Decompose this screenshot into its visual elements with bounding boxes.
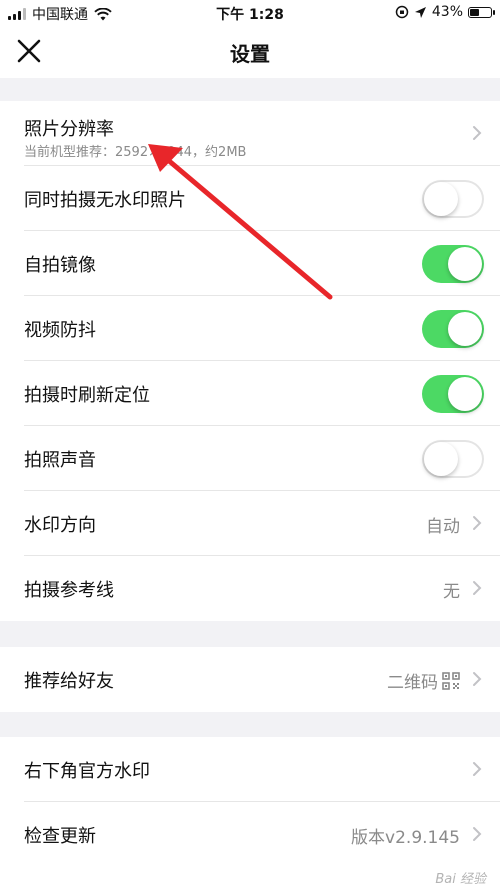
recommend-friends-value-text: 二维码 xyxy=(387,673,438,693)
recommend-friends-label: 推荐给好友 xyxy=(24,671,114,692)
camera-settings-group: 照片分辨率 当前机型推荐：2592×1944，约2MB 同时拍摄无水印照片 自拍… xyxy=(0,101,500,621)
setting-shutter-sound: 拍照声音 xyxy=(24,426,500,491)
baidu-jingyan-watermark: Bai 经验 xyxy=(435,872,486,887)
shutter-sound-toggle[interactable] xyxy=(422,440,484,478)
chevron-right-icon xyxy=(473,516,482,530)
guide-lines-label: 拍摄参考线 xyxy=(24,580,114,601)
battery-icon xyxy=(468,6,495,18)
page-title: 设置 xyxy=(230,42,270,66)
setting-recommend-friends[interactable]: 推荐给好友 二维码 xyxy=(24,647,500,712)
setting-selfie-mirror: 自拍镜像 xyxy=(24,231,500,296)
video-stabilization-label: 视频防抖 xyxy=(24,320,96,341)
qr-code-icon xyxy=(442,671,460,690)
chevron-right-icon xyxy=(473,581,482,595)
status-right: 43% xyxy=(395,4,495,20)
guide-lines-value: 无 xyxy=(443,582,460,602)
check-update-value: 版本v2.9.145 xyxy=(351,828,460,848)
setting-official-watermark[interactable]: 右下角官方水印 xyxy=(24,737,500,802)
photo-resolution-sub: 当前机型推荐：2592×1944，约2MB xyxy=(24,145,247,160)
chevron-right-icon xyxy=(473,672,482,686)
refresh-location-label: 拍摄时刷新定位 xyxy=(24,385,150,406)
chevron-right-icon xyxy=(473,827,482,841)
setting-no-watermark: 同时拍摄无水印照片 xyxy=(24,166,500,231)
shutter-sound-label: 拍照声音 xyxy=(24,450,96,471)
selfie-mirror-toggle[interactable] xyxy=(422,245,484,283)
lock-rotation-icon xyxy=(395,5,409,19)
chevron-right-icon xyxy=(473,762,482,776)
share-group: 推荐给好友 二维码 xyxy=(0,647,500,712)
recommend-friends-value: 二维码 xyxy=(387,668,460,693)
battery-percent: 43% xyxy=(431,4,463,20)
photo-resolution-label: 照片分辨率 xyxy=(24,119,114,140)
no-watermark-label: 同时拍摄无水印照片 xyxy=(24,190,186,211)
chevron-right-icon xyxy=(473,126,482,140)
setting-photo-resolution[interactable]: 照片分辨率 当前机型推荐：2592×1944，约2MB xyxy=(24,101,500,166)
setting-watermark-direction[interactable]: 水印方向 自动 xyxy=(24,491,500,556)
check-update-label: 检查更新 xyxy=(24,826,96,847)
about-group: 右下角官方水印 检查更新 版本v2.9.145 xyxy=(0,737,500,889)
location-icon xyxy=(414,6,426,18)
battery-fill xyxy=(470,8,480,16)
setting-guide-lines[interactable]: 拍摄参考线 无 xyxy=(24,556,500,621)
selfie-mirror-label: 自拍镜像 xyxy=(24,255,96,276)
watermark-direction-value: 自动 xyxy=(426,517,460,537)
video-stabilization-toggle[interactable] xyxy=(422,310,484,348)
official-watermark-label: 右下角官方水印 xyxy=(24,761,150,782)
setting-refresh-location: 拍摄时刷新定位 xyxy=(24,361,500,426)
status-bar: 中国联通 下午 1:28 43% xyxy=(0,0,500,26)
refresh-location-toggle[interactable] xyxy=(422,375,484,413)
watermark-direction-label: 水印方向 xyxy=(24,515,96,536)
setting-check-update[interactable]: 检查更新 版本v2.9.145 xyxy=(24,802,500,867)
no-watermark-toggle[interactable] xyxy=(422,180,484,218)
setting-video-stabilization: 视频防抖 xyxy=(24,296,500,361)
nav-bar: 设置 xyxy=(0,26,500,78)
